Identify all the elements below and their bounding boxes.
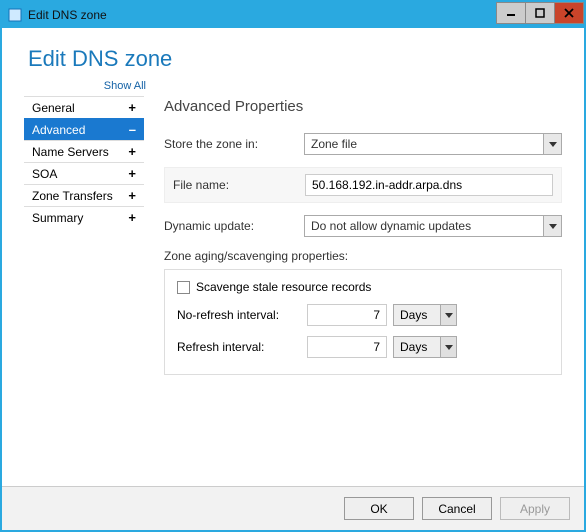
window-controls [497, 2, 584, 28]
expand-icon: + [128, 188, 136, 203]
sidebar-item-label: Advanced [32, 123, 85, 137]
norefresh-unit-value: Days [394, 305, 440, 325]
close-button[interactable] [554, 2, 584, 24]
title-bar: Edit DNS zone [2, 2, 584, 28]
sidebar-item-label: Name Servers [32, 145, 109, 159]
dynamic-update-value: Do not allow dynamic updates [305, 219, 543, 233]
ok-button[interactable]: OK [344, 497, 414, 520]
sidebar-item-label: SOA [32, 167, 57, 181]
page-heading: Edit DNS zone [28, 46, 562, 72]
filename-input[interactable] [305, 174, 553, 196]
minimize-button[interactable] [496, 2, 526, 24]
store-zone-select[interactable]: Zone file [304, 133, 562, 155]
sidebar-item-summary[interactable]: Summary + [24, 206, 144, 228]
chevron-down-icon [543, 216, 561, 236]
chevron-down-icon [543, 134, 561, 154]
chevron-down-icon [440, 337, 456, 357]
dynamic-update-select[interactable]: Do not allow dynamic updates [304, 215, 562, 237]
maximize-button[interactable] [525, 2, 555, 24]
sidebar-item-soa[interactable]: SOA + [24, 162, 144, 184]
filename-label: File name: [173, 178, 305, 192]
store-zone-label: Store the zone in: [164, 137, 304, 151]
expand-icon: + [128, 144, 136, 159]
main-panel: Advanced Properties Store the zone in: Z… [164, 96, 562, 486]
expand-icon: + [128, 210, 136, 225]
chevron-down-icon [440, 305, 456, 325]
refresh-input[interactable] [307, 336, 387, 358]
sidebar-item-name-servers[interactable]: Name Servers + [24, 140, 144, 162]
sidebar-item-label: General [32, 101, 75, 115]
show-all-link[interactable]: Show All [28, 80, 146, 92]
expand-icon: + [128, 166, 136, 181]
sidebar-item-advanced[interactable]: Advanced – [24, 118, 144, 140]
scavenge-checkbox-label: Scavenge stale resource records [196, 280, 371, 294]
sidebar-item-general[interactable]: General + [24, 96, 144, 118]
store-zone-value: Zone file [305, 137, 543, 151]
norefresh-label: No-refresh interval: [177, 308, 307, 322]
sidebar-item-zone-transfers[interactable]: Zone Transfers + [24, 184, 144, 206]
expand-icon: + [128, 100, 136, 115]
sidebar-item-label: Summary [32, 211, 83, 225]
sidebar: General + Advanced – Name Servers + SOA … [24, 96, 144, 486]
refresh-unit-value: Days [394, 337, 440, 357]
norefresh-unit-select[interactable]: Days [393, 304, 457, 326]
scavenging-group-title: Zone aging/scavenging properties: [164, 249, 562, 263]
sidebar-item-label: Zone Transfers [32, 189, 113, 203]
dialog-window: Edit DNS zone Edit DNS zone Show All Gen… [0, 0, 586, 532]
refresh-label: Refresh interval: [177, 340, 307, 354]
refresh-unit-select[interactable]: Days [393, 336, 457, 358]
window-title: Edit DNS zone [28, 8, 497, 22]
norefresh-input[interactable] [307, 304, 387, 326]
app-icon [8, 8, 22, 22]
collapse-icon: – [129, 122, 136, 137]
dialog-footer: OK Cancel Apply [2, 486, 584, 530]
apply-button[interactable]: Apply [500, 497, 570, 520]
dynamic-update-label: Dynamic update: [164, 219, 304, 233]
section-title: Advanced Properties [164, 98, 562, 115]
content-area: General + Advanced – Name Servers + SOA … [24, 96, 562, 486]
scavenging-group: Scavenge stale resource records No-refre… [164, 269, 562, 375]
cancel-button[interactable]: Cancel [422, 497, 492, 520]
scavenge-checkbox[interactable] [177, 281, 190, 294]
dialog-body: Edit DNS zone Show All General + Advance… [2, 28, 584, 486]
